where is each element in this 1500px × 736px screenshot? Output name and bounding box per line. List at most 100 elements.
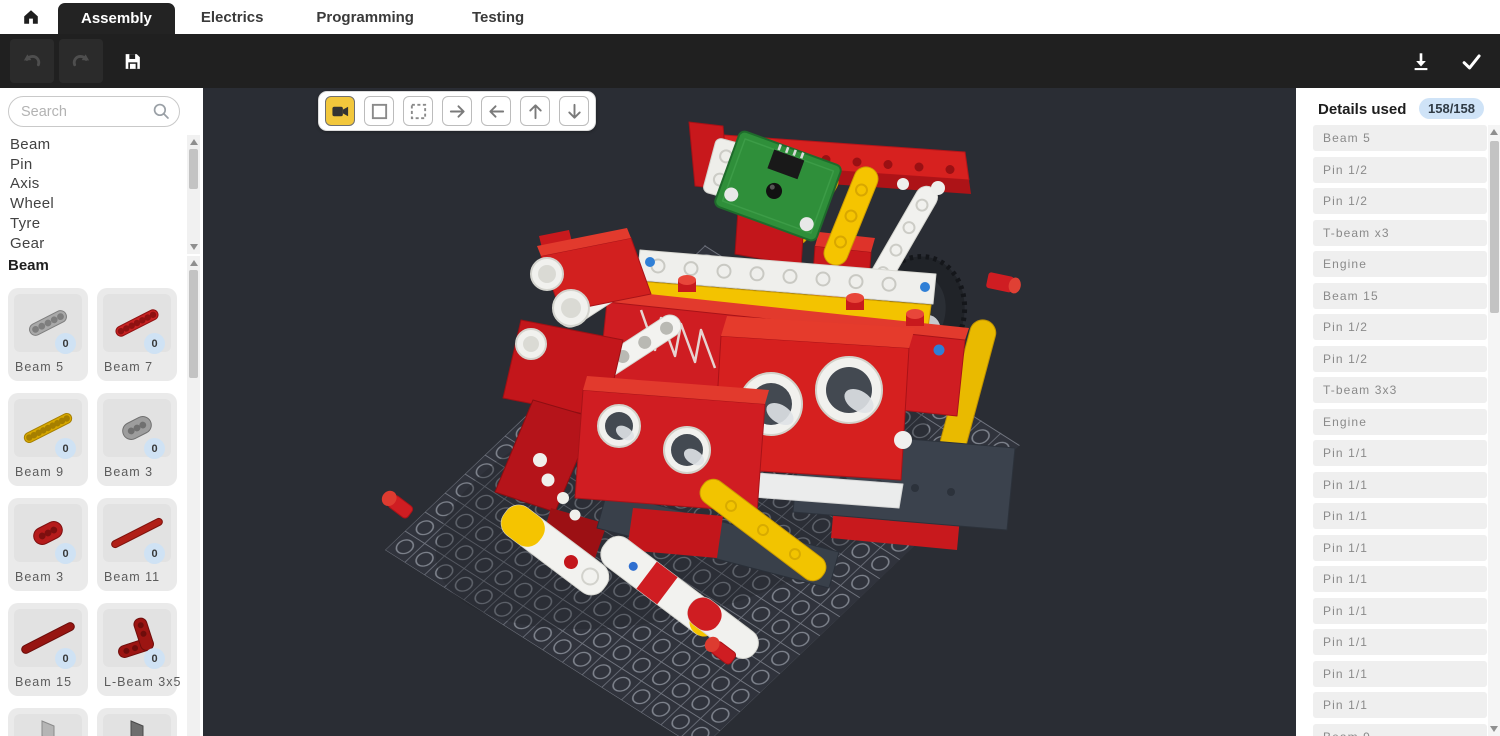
detail-item-beam-5[interactable]: Beam 5: [1313, 125, 1487, 151]
detail-item-engine[interactable]: Engine: [1313, 251, 1487, 277]
parts-sidebar: BeamPinAxisWheelTyreGear Beam 0Beam 50Be…: [0, 88, 203, 736]
scrollbar-thumb[interactable]: [189, 149, 198, 189]
part-count-badge: 0: [144, 438, 165, 459]
category-list: BeamPinAxisWheelTyreGear: [10, 135, 178, 253]
category-item-tyre[interactable]: Tyre: [10, 214, 178, 234]
part-card-beam-3[interactable]: 0 Beam 3: [8, 498, 88, 591]
detail-item-beam-15[interactable]: Beam 15: [1313, 283, 1487, 309]
scrollbar-thumb[interactable]: [189, 270, 198, 378]
detail-item-pin-1-2[interactable]: Pin 1/2: [1313, 157, 1487, 183]
detail-item-pin-1-1[interactable]: Pin 1/1: [1313, 440, 1487, 466]
detail-item-engine[interactable]: Engine: [1313, 409, 1487, 435]
category-item-beam[interactable]: Beam: [10, 135, 178, 155]
part-card-beam-3[interactable]: 0 Beam 3: [97, 393, 177, 486]
part-card-beam-15[interactable]: 0Beam 15: [8, 603, 88, 696]
scroll-up-arrow-icon[interactable]: [1490, 129, 1498, 135]
part-card-beam-7[interactable]: 0Beam 7: [97, 288, 177, 381]
part-thumbnail: [105, 717, 169, 736]
scroll-up-arrow-icon[interactable]: [190, 260, 198, 266]
part-thumb-area: [14, 714, 82, 736]
detail-item-beam-9[interactable]: Beam 9: [1313, 724, 1487, 736]
part-card-partial[interactable]: [8, 708, 88, 736]
category-item-pin[interactable]: Pin: [10, 155, 178, 175]
save-button[interactable]: [115, 44, 149, 78]
home-icon: [21, 7, 41, 27]
part-label: Beam 11: [104, 570, 160, 584]
redo-button[interactable]: [59, 39, 103, 83]
camera-tool-button[interactable]: [325, 96, 355, 126]
part-label: Beam 9: [15, 465, 64, 479]
detail-item-t-beam-x3[interactable]: T-beam x3: [1313, 220, 1487, 246]
assembly-viewport[interactable]: [203, 88, 1296, 736]
move-down-tool-button[interactable]: [559, 96, 589, 126]
category-item-wheel[interactable]: Wheel: [10, 194, 178, 214]
part-count-badge: 0: [144, 333, 165, 354]
details-count-badge: 158/158: [1419, 98, 1484, 119]
detail-item-pin-1-1[interactable]: Pin 1/1: [1313, 692, 1487, 718]
move-up-tool-button[interactable]: [520, 96, 550, 126]
part-label: L-Beam 3x5: [104, 675, 181, 689]
redo-icon: [70, 50, 92, 72]
confirm-button[interactable]: [1454, 44, 1488, 78]
detail-item-pin-1-1[interactable]: Pin 1/1: [1313, 472, 1487, 498]
detail-item-t-beam-3x3[interactable]: T-beam 3x3: [1313, 377, 1487, 403]
part-label: Beam 3: [104, 465, 153, 479]
scroll-down-arrow-icon[interactable]: [1490, 726, 1498, 732]
marquee-icon: [409, 102, 428, 121]
part-label: Beam 5: [15, 360, 64, 374]
move-right-tool-button[interactable]: [442, 96, 472, 126]
part-count-badge: 0: [144, 648, 165, 669]
download-button[interactable]: [1404, 44, 1438, 78]
scroll-down-arrow-icon[interactable]: [190, 244, 198, 250]
assembly-3d-scene[interactable]: [203, 88, 1296, 736]
part-card-beam-11[interactable]: 0 Beam 11: [97, 498, 177, 591]
detail-item-pin-1-1[interactable]: Pin 1/1: [1313, 535, 1487, 561]
move-left-tool-button[interactable]: [481, 96, 511, 126]
parts-scrollbar[interactable]: [187, 256, 200, 736]
viewport-toolbar: [318, 91, 596, 131]
detail-item-pin-1-2[interactable]: Pin 1/2: [1313, 346, 1487, 372]
camera-icon: [331, 102, 350, 121]
part-label: Beam 3: [15, 570, 64, 584]
square-icon: [370, 102, 389, 121]
part-card-beam-5[interactable]: 0Beam 5: [8, 288, 88, 381]
part-card-l-beam-3x5[interactable]: 0L-Beam 3x5: [97, 603, 177, 696]
search-icon[interactable]: [152, 102, 171, 121]
detail-item-pin-1-1[interactable]: Pin 1/1: [1313, 503, 1487, 529]
category-item-gear[interactable]: Gear: [10, 234, 178, 254]
main-toolbar: [0, 34, 1500, 88]
detail-item-pin-1-1[interactable]: Pin 1/1: [1313, 661, 1487, 687]
part-count-badge: 0: [55, 543, 76, 564]
detail-item-pin-1-1[interactable]: Pin 1/1: [1313, 598, 1487, 624]
undo-icon: [21, 50, 43, 72]
tab-assembly[interactable]: Assembly: [58, 3, 175, 34]
select-rect-tool-button[interactable]: [364, 96, 394, 126]
detail-item-pin-1-2[interactable]: Pin 1/2: [1313, 188, 1487, 214]
undo-button[interactable]: [10, 39, 54, 83]
category-scrollbar[interactable]: [187, 135, 200, 254]
part-count-badge: 0: [144, 543, 165, 564]
detail-item-pin-1-1[interactable]: Pin 1/1: [1313, 629, 1487, 655]
part-card-partial[interactable]: [97, 708, 177, 736]
tab-electrics[interactable]: Electrics: [201, 0, 264, 34]
home-button[interactable]: [16, 0, 46, 34]
arrow-left-icon: [487, 102, 506, 121]
scrollbar-thumb[interactable]: [1490, 141, 1499, 313]
category-item-axis[interactable]: Axis: [10, 174, 178, 194]
detail-item-pin-1-2[interactable]: Pin 1/2: [1313, 314, 1487, 340]
parts-section-title: Beam: [8, 257, 49, 274]
tab-programming[interactable]: Programming: [316, 0, 414, 34]
scroll-up-arrow-icon[interactable]: [190, 139, 198, 145]
detail-item-pin-1-1[interactable]: Pin 1/1: [1313, 566, 1487, 592]
tab-testing[interactable]: Testing: [472, 0, 524, 34]
marquee-select-tool-button[interactable]: [403, 96, 433, 126]
arrow-right-icon: [448, 102, 467, 121]
details-scrollbar[interactable]: [1488, 125, 1500, 736]
arrow-down-icon: [565, 102, 584, 121]
confirm-check-icon: [1460, 50, 1483, 73]
arrow-up-icon: [526, 102, 545, 121]
parts-grid: 0Beam 50Beam 70Beam 90Beam 30Beam 30Beam…: [8, 288, 180, 736]
part-card-beam-9[interactable]: 0Beam 9: [8, 393, 88, 486]
robot-model[interactable]: [379, 122, 1022, 679]
details-sidebar: Details used 158/158 Beam 5Pin 1/2Pin 1/…: [1296, 88, 1500, 736]
